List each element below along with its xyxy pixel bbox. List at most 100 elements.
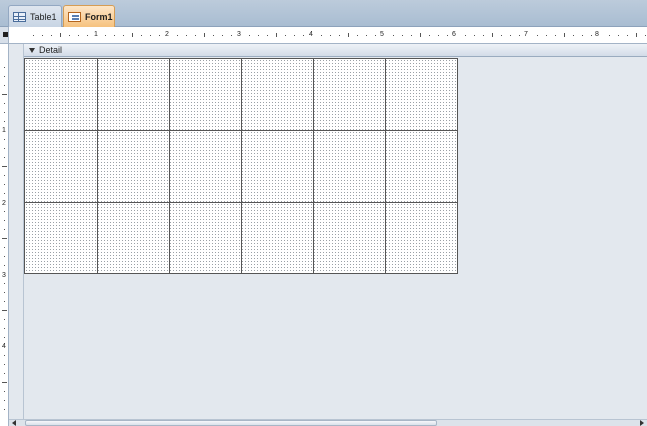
ruler-number: 1: [2, 127, 6, 134]
ruler-tick: [51, 35, 52, 36]
ruler-tick: [2, 310, 7, 311]
ruler-tick: [375, 35, 376, 36]
form-design-surface[interactable]: [24, 58, 458, 274]
ruler-tick: [4, 193, 5, 194]
ruler-tick: [186, 35, 187, 36]
ruler-tick: [357, 35, 358, 36]
ruler-tick: [114, 35, 115, 36]
ruler-tick: [4, 409, 5, 410]
ruler-tick: [4, 328, 5, 329]
ruler-tick: [366, 35, 367, 36]
horizontal-scrollbar[interactable]: [9, 419, 647, 426]
ruler-tick: [402, 35, 403, 36]
ruler-number: 3: [237, 31, 241, 38]
ruler-tick: [4, 364, 5, 365]
ruler-tick: [2, 238, 7, 239]
ruler-tick: [258, 35, 259, 36]
ruler-number: 4: [309, 31, 313, 38]
ruler-tick: [231, 35, 232, 36]
ruler-tick: [411, 35, 412, 36]
scroll-right-icon[interactable]: [640, 420, 644, 426]
ruler-tick: [465, 35, 466, 36]
ruler-tick: [204, 33, 205, 37]
tab-label: Form1: [85, 11, 113, 22]
ruler-number: 7: [524, 31, 528, 38]
ruler-tick: [4, 85, 5, 86]
ruler-tick: [4, 355, 5, 356]
tab-label: Table1: [30, 11, 57, 22]
ruler-tick: [483, 35, 484, 36]
ruler-tick: [195, 35, 196, 36]
form-icon: [68, 11, 81, 22]
section-label: Detail: [39, 45, 63, 55]
grid-column-line: [241, 59, 242, 273]
ruler-number: 2: [2, 200, 6, 207]
ruler-tick: [303, 35, 304, 36]
ruler-tick: [4, 103, 5, 104]
ruler-tick: [2, 94, 7, 95]
ruler-tick: [627, 35, 628, 36]
grid-column-line: [385, 59, 386, 273]
ruler-tick: [438, 35, 439, 36]
ruler-tick: [429, 35, 430, 36]
horizontal-ruler[interactable]: 1 2 3 4 5 6 7 8: [9, 27, 647, 44]
ruler-tick: [60, 33, 61, 37]
form-selector-square: [3, 32, 8, 37]
section-gutter: [9, 44, 24, 426]
grid-column-line: [97, 59, 98, 273]
ruler-tick: [582, 35, 583, 36]
ruler-tick: [249, 35, 250, 36]
ruler-tick: [177, 35, 178, 36]
grid-row-line: [25, 130, 457, 131]
detail-section-bar[interactable]: Detail: [24, 44, 647, 57]
ruler-tick: [159, 35, 160, 36]
ruler-tick: [501, 35, 502, 36]
ruler-tick: [474, 35, 475, 36]
ruler-number: 3: [2, 272, 6, 279]
ruler-tick: [420, 33, 421, 37]
ruler-tick: [150, 35, 151, 36]
vertical-ruler[interactable]: 1 2 3 4: [0, 44, 9, 426]
ruler-tick: [4, 391, 5, 392]
ruler-tick: [4, 256, 5, 257]
ruler-tick: [4, 292, 5, 293]
ruler-number: 8: [595, 31, 599, 38]
scroll-thumb[interactable]: [25, 420, 437, 426]
ruler-tick: [4, 247, 5, 248]
tab-table1[interactable]: Table1: [8, 5, 62, 27]
ruler-tick: [123, 35, 124, 36]
ruler-tick: [2, 166, 7, 167]
scroll-left-icon[interactable]: [12, 420, 16, 426]
ruler-tick: [33, 35, 34, 36]
tab-form1[interactable]: Form1: [63, 5, 115, 27]
ruler-tick: [555, 35, 556, 36]
ruler-tick: [4, 319, 5, 320]
ruler-tick: [510, 35, 511, 36]
ruler-tick: [573, 35, 574, 36]
ruler-tick: [276, 33, 277, 37]
ruler-tick: [4, 229, 5, 230]
ruler-tick: [609, 35, 610, 36]
ruler-number: 5: [380, 31, 384, 38]
ruler-tick: [285, 35, 286, 36]
ruler-tick: [519, 35, 520, 36]
ruler-tick: [4, 112, 5, 113]
ruler-tick: [537, 35, 538, 36]
ruler-tick: [4, 265, 5, 266]
ruler-tick: [294, 35, 295, 36]
ruler-tick: [636, 33, 637, 37]
ruler-tick: [4, 283, 5, 284]
ruler-tick: [132, 33, 133, 37]
ruler-tick: [69, 35, 70, 36]
ruler-tick: [105, 35, 106, 36]
ruler-tick: [42, 35, 43, 36]
ruler-tick: [4, 121, 5, 122]
form-selector-box[interactable]: [0, 27, 9, 44]
ruler-tick: [4, 175, 5, 176]
ruler-tick: [4, 67, 5, 68]
ruler-number: 4: [2, 343, 6, 350]
ruler-tick: [4, 400, 5, 401]
ruler-tick: [222, 35, 223, 36]
grid-column-line: [313, 59, 314, 273]
ruler-tick: [393, 35, 394, 36]
